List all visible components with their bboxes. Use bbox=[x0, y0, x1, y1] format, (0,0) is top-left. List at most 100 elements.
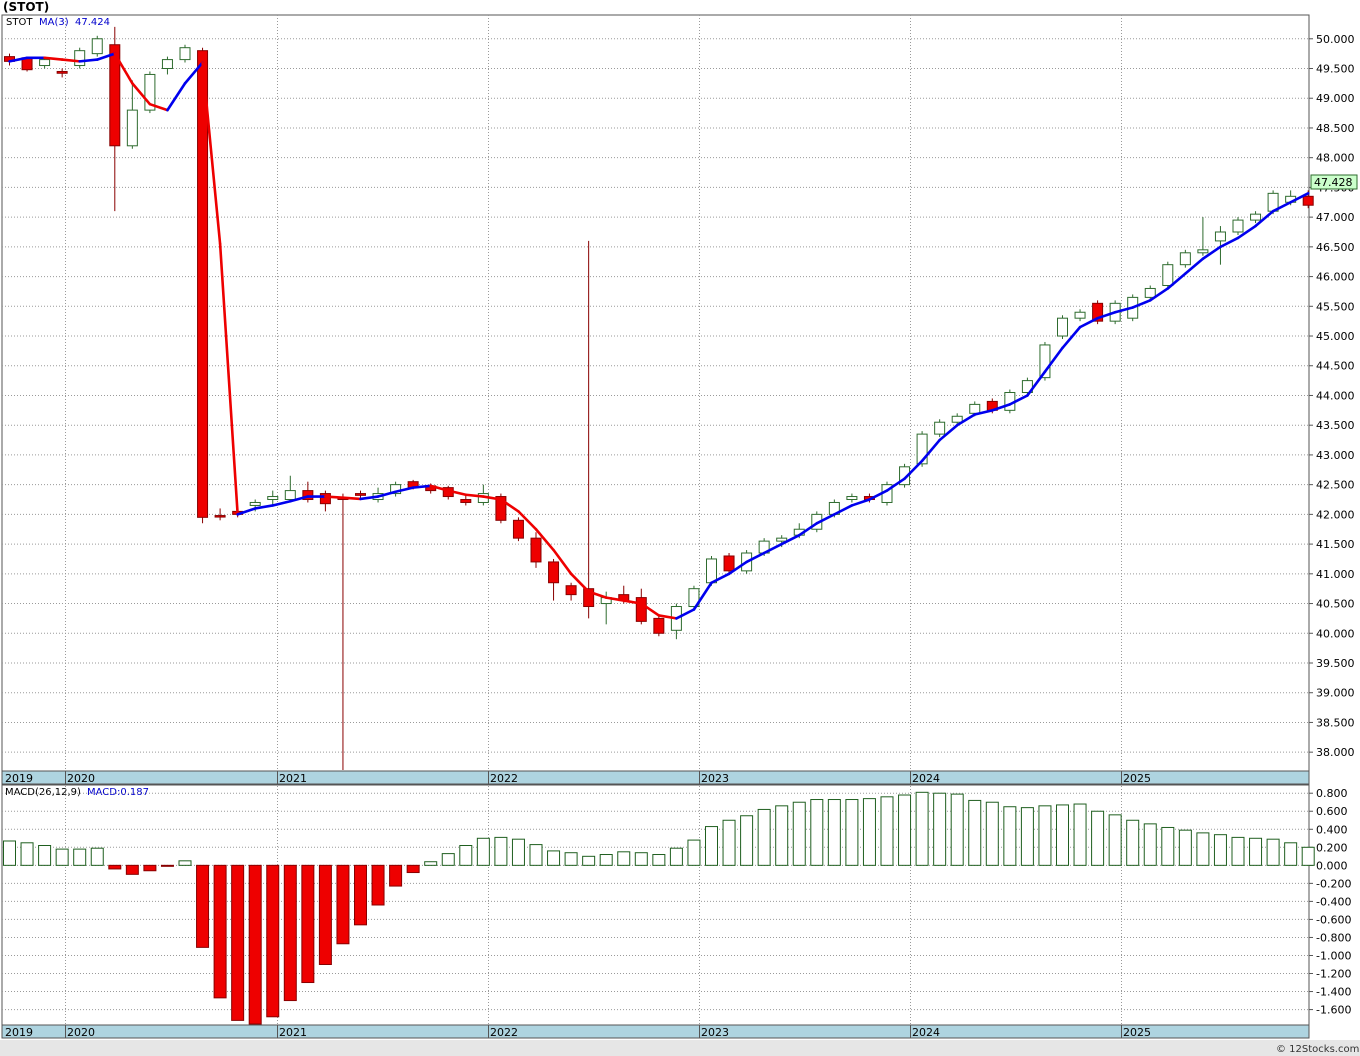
candle-body bbox=[39, 59, 51, 67]
macd-bar bbox=[406, 864, 420, 874]
macd-bar bbox=[476, 837, 490, 866]
macd-date-axis bbox=[1, 1024, 1310, 1039]
candle-body bbox=[1302, 195, 1314, 206]
candle bbox=[1232, 217, 1244, 235]
macd-bar bbox=[424, 861, 438, 866]
candle-body bbox=[653, 617, 665, 634]
macd-bar bbox=[1284, 842, 1298, 866]
ma-legend-value: 47.424 bbox=[75, 17, 110, 28]
ma-segment bbox=[78, 58, 99, 63]
candle-body bbox=[460, 499, 472, 503]
macd-year-label: 2024 bbox=[912, 1026, 940, 1039]
candle-body bbox=[179, 47, 191, 61]
macd-year-label: 2019 bbox=[5, 1026, 33, 1039]
macd-bar bbox=[950, 793, 964, 866]
macd-bar bbox=[354, 864, 367, 926]
macd-bar bbox=[301, 864, 315, 984]
candle-body bbox=[161, 59, 173, 70]
macd-bar bbox=[915, 791, 929, 866]
price-year-label: 2022 bbox=[490, 772, 518, 785]
candle-body bbox=[1144, 287, 1156, 298]
candle-body bbox=[74, 50, 86, 67]
price-year-label: 2023 bbox=[701, 772, 729, 785]
macd-bar bbox=[617, 851, 631, 866]
ma-segment bbox=[411, 484, 433, 489]
macd-bar bbox=[634, 852, 648, 866]
price-tick-label: 44.000 bbox=[1316, 389, 1355, 402]
candle bbox=[653, 615, 665, 637]
macd-bar bbox=[862, 798, 876, 866]
candle-body bbox=[1162, 264, 1174, 286]
macd-legend-value: MACD:0.187 bbox=[87, 787, 149, 798]
price-tick-label: 41.500 bbox=[1316, 538, 1355, 551]
candle-body bbox=[1197, 249, 1209, 254]
macd-tick-label: -1.600 bbox=[1316, 1004, 1351, 1017]
price-tick-label: 40.000 bbox=[1316, 627, 1355, 640]
candle-body bbox=[846, 496, 858, 501]
price-tick-label: 38.500 bbox=[1316, 716, 1355, 729]
macd-bar bbox=[547, 850, 561, 866]
price-tick-label: 43.000 bbox=[1316, 449, 1355, 462]
candle-body bbox=[776, 537, 788, 542]
macd-tick-label: 0.000 bbox=[1316, 859, 1348, 872]
candle-body bbox=[126, 109, 138, 147]
macd-bar bbox=[827, 799, 841, 866]
macd-bar bbox=[1056, 804, 1069, 866]
chart-canvas: (STOT) STOT MA(3) 47.424 38.000 38.500 39.… bbox=[0, 0, 1360, 1056]
price-tick-label: 42.500 bbox=[1316, 479, 1355, 492]
macd-tick-label: -1.200 bbox=[1316, 968, 1351, 981]
macd-tick-label: -0.600 bbox=[1316, 913, 1351, 926]
macd-bar bbox=[529, 844, 543, 866]
candle-body bbox=[548, 561, 560, 584]
macd-bar bbox=[143, 864, 157, 872]
macd-bar bbox=[20, 842, 34, 866]
macd-bar bbox=[775, 805, 789, 866]
macd-bar bbox=[459, 845, 473, 866]
price-year-label: 2024 bbox=[912, 772, 940, 785]
candle-body bbox=[706, 558, 717, 584]
candle bbox=[512, 517, 524, 542]
macd-tick-label: -0.200 bbox=[1316, 877, 1351, 890]
macd-bar bbox=[582, 855, 596, 866]
macd-bar bbox=[1003, 806, 1017, 866]
ma-legend-label: MA(3) bbox=[39, 17, 69, 28]
candle bbox=[934, 419, 946, 438]
current-price-value: 47.428 bbox=[1314, 176, 1353, 189]
candle-body bbox=[91, 38, 103, 55]
candle-body bbox=[355, 493, 366, 496]
macd-bar bbox=[371, 864, 385, 906]
candle-body bbox=[1179, 252, 1191, 266]
macd-bar bbox=[880, 796, 894, 866]
macd-bar bbox=[810, 799, 824, 866]
macd-bar bbox=[160, 864, 174, 867]
candle-body bbox=[969, 403, 981, 414]
macd-bar bbox=[968, 799, 982, 866]
macd-tick-label: 0.200 bbox=[1316, 841, 1348, 854]
price-tick-label: 47.000 bbox=[1316, 211, 1355, 224]
macd-bar bbox=[1196, 832, 1210, 866]
ma-segment bbox=[341, 496, 362, 501]
candle-body bbox=[1074, 311, 1086, 319]
macd-bar bbox=[336, 864, 350, 945]
ma-segment bbox=[43, 56, 64, 61]
candle-body bbox=[951, 415, 963, 423]
macd-bar bbox=[125, 864, 139, 875]
price-year-label: 2025 bbox=[1123, 772, 1151, 785]
macd-bar bbox=[985, 801, 999, 866]
candle-body bbox=[267, 496, 279, 501]
macd-bar bbox=[898, 794, 912, 866]
macd-tick-label: 0.600 bbox=[1316, 805, 1348, 818]
macd-year-label: 2022 bbox=[490, 1026, 518, 1039]
candle-body bbox=[319, 493, 331, 505]
price-tick-label: 44.500 bbox=[1316, 360, 1355, 373]
candle-body bbox=[284, 490, 296, 501]
price-tick-label: 49.000 bbox=[1316, 92, 1355, 105]
macd-year-label: 2021 bbox=[279, 1026, 307, 1039]
macd-bar bbox=[318, 864, 332, 965]
price-tick-label: 49.500 bbox=[1316, 63, 1355, 76]
macd-bar bbox=[248, 864, 262, 1025]
candle bbox=[179, 44, 191, 63]
macd-bar bbox=[1126, 819, 1140, 866]
macd-bar bbox=[845, 799, 859, 866]
macd-bar bbox=[283, 864, 297, 1002]
